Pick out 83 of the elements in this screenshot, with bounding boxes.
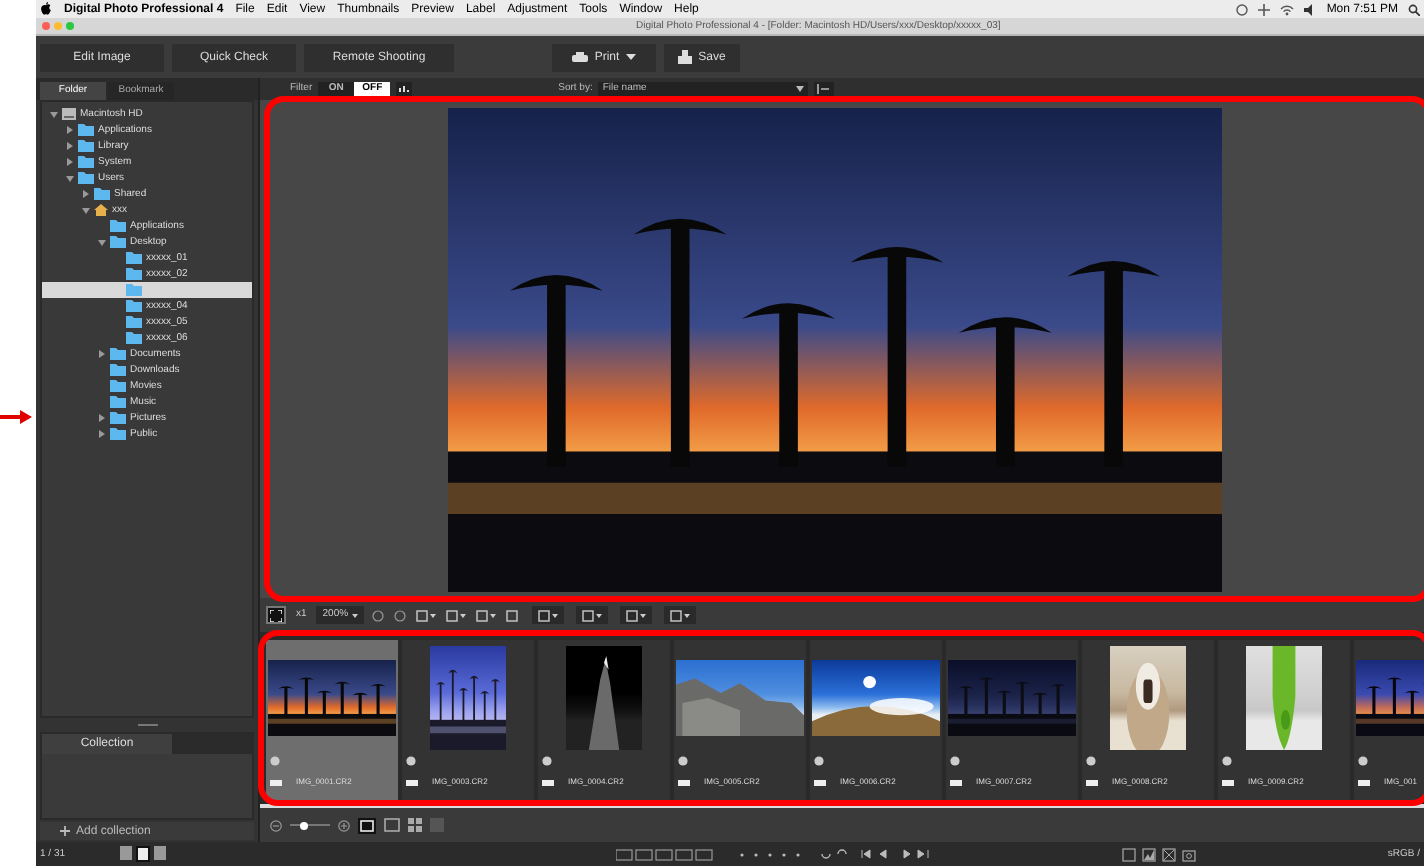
caret-icon bbox=[490, 613, 497, 617]
zoom-out-button[interactable] bbox=[370, 606, 387, 624]
zoom-in-button[interactable] bbox=[392, 606, 409, 624]
collapsed-arrow-icon[interactable] bbox=[98, 350, 106, 358]
caret-icon bbox=[552, 613, 559, 617]
square-icon bbox=[582, 609, 595, 621]
arrow-icon bbox=[0, 410, 32, 424]
grid-overlay-button[interactable] bbox=[474, 606, 499, 624]
check-circle-icon bbox=[270, 756, 280, 766]
slider-thumb[interactable] bbox=[299, 821, 308, 829]
label-icon bbox=[1358, 779, 1370, 785]
clock-icon[interactable] bbox=[1236, 3, 1249, 15]
search-icon[interactable] bbox=[1408, 3, 1420, 15]
label-icon bbox=[678, 779, 690, 785]
caret-icon bbox=[352, 613, 359, 617]
expanded-arrow-icon[interactable] bbox=[50, 111, 58, 117]
label-icon bbox=[270, 779, 282, 785]
wifi-icon[interactable] bbox=[1280, 3, 1295, 15]
filter-button[interactable] bbox=[504, 606, 521, 624]
label-icon bbox=[1222, 779, 1234, 785]
rotate-button[interactable] bbox=[414, 606, 439, 624]
thumbnail-size-slider[interactable] bbox=[290, 821, 330, 829]
square-icon bbox=[626, 609, 639, 621]
view-mode-button[interactable] bbox=[532, 606, 565, 624]
drive-icon bbox=[62, 108, 76, 120]
zoom-in-icon[interactable] bbox=[338, 819, 350, 831]
grid-view-icon[interactable] bbox=[408, 818, 422, 832]
check-circle-icon bbox=[1358, 756, 1368, 766]
fit-button[interactable] bbox=[266, 606, 286, 624]
rotate-icon[interactable] bbox=[820, 848, 852, 860]
circle-icon bbox=[372, 609, 385, 621]
zoom-out-icon[interactable] bbox=[270, 819, 282, 831]
split-view-button[interactable] bbox=[444, 606, 469, 624]
check-circle-icon bbox=[814, 756, 824, 766]
label-icon bbox=[542, 779, 554, 785]
caret-icon bbox=[640, 613, 647, 617]
filter-settings-icon[interactable] bbox=[396, 82, 413, 96]
square-icon bbox=[476, 609, 489, 621]
label-icon bbox=[1086, 779, 1098, 785]
label-icon bbox=[406, 779, 418, 785]
check-circle-icon bbox=[1222, 756, 1232, 766]
af-point-button[interactable] bbox=[576, 606, 609, 624]
save-icon bbox=[678, 50, 693, 64]
check-circle-icon bbox=[542, 756, 552, 766]
thumbnail-view-icon[interactable] bbox=[358, 817, 376, 833]
fit-icon bbox=[270, 609, 282, 621]
check-circle-icon bbox=[1086, 756, 1096, 766]
square-icon bbox=[538, 609, 551, 621]
camera-icon[interactable] bbox=[1182, 847, 1196, 861]
caret-icon bbox=[596, 613, 603, 617]
check-circle-icon bbox=[950, 756, 960, 766]
check-mark-icon[interactable] bbox=[1122, 847, 1136, 861]
expanded-arrow-icon[interactable] bbox=[82, 207, 90, 213]
square-icon bbox=[416, 609, 429, 621]
single-view-icon[interactable] bbox=[384, 818, 400, 832]
panel-button[interactable] bbox=[664, 606, 697, 624]
histogram-icon[interactable] bbox=[1142, 847, 1156, 861]
square-icon bbox=[446, 609, 459, 621]
plus-icon[interactable] bbox=[1258, 3, 1271, 15]
plus-icon bbox=[60, 826, 70, 836]
label-icon bbox=[814, 779, 826, 785]
highlight-button[interactable] bbox=[620, 606, 653, 624]
square-icon bbox=[670, 609, 683, 621]
apple-icon[interactable] bbox=[40, 2, 52, 16]
caret-icon bbox=[625, 54, 636, 60]
caret-icon bbox=[430, 613, 437, 617]
navigation-icon[interactable] bbox=[860, 848, 932, 860]
check-circle-icon bbox=[406, 756, 416, 766]
caret-icon bbox=[684, 613, 691, 617]
printer-icon bbox=[572, 51, 589, 63]
splitter-handle[interactable] bbox=[137, 724, 157, 726]
expanded-arrow-icon[interactable] bbox=[98, 239, 106, 245]
collapsed-arrow-icon[interactable] bbox=[82, 190, 90, 198]
square-icon bbox=[506, 609, 519, 621]
label-icon bbox=[950, 779, 962, 785]
sort-order-icon[interactable] bbox=[814, 82, 835, 96]
expanded-arrow-icon[interactable] bbox=[66, 175, 74, 181]
crop-icon[interactable] bbox=[1162, 847, 1176, 861]
circle-icon bbox=[394, 609, 407, 621]
house-icon bbox=[94, 204, 108, 216]
check-circle-icon bbox=[678, 756, 688, 766]
caret-icon bbox=[460, 613, 467, 617]
caret-icon bbox=[796, 86, 805, 92]
